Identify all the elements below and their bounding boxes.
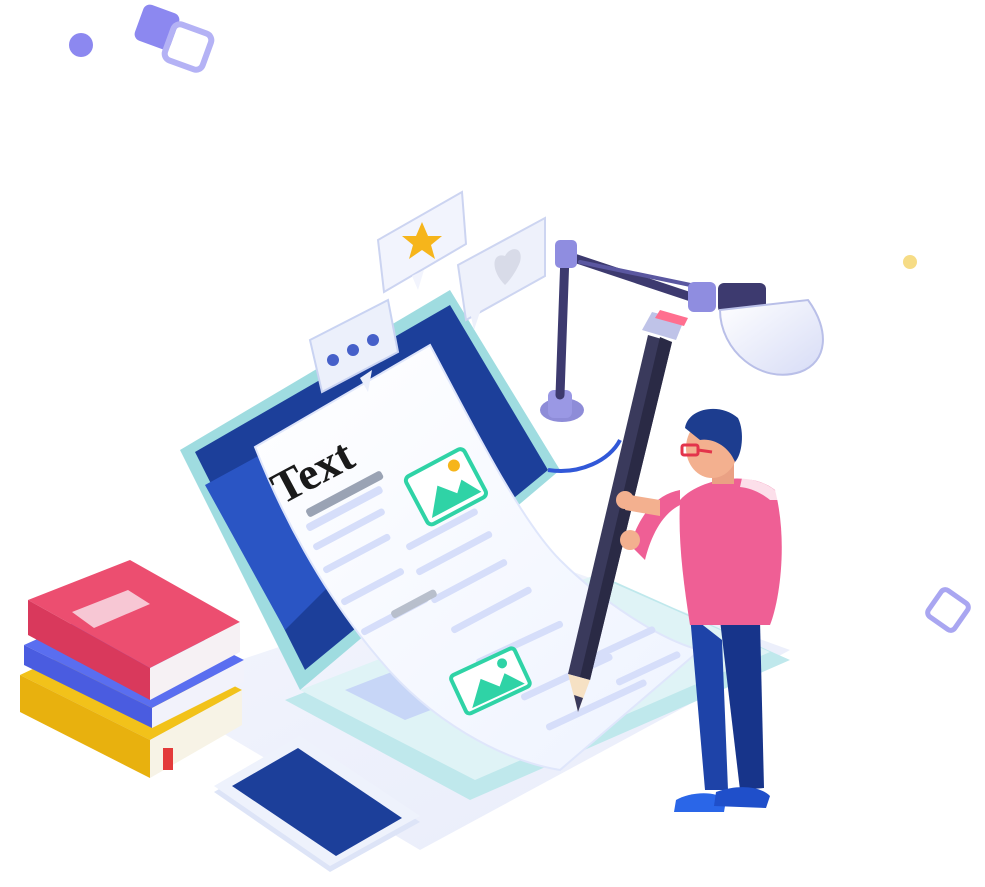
decor-sparkle bbox=[903, 255, 917, 269]
decor-dot bbox=[69, 33, 93, 57]
star-bubble bbox=[376, 190, 468, 294]
ellipsis-icon-dot bbox=[367, 334, 379, 346]
ellipsis-icon-dot bbox=[347, 344, 359, 356]
illustration-canvas: Text bbox=[20, 4, 971, 872]
ellipsis-icon-dot bbox=[327, 354, 339, 366]
desk-lamp bbox=[540, 240, 824, 473]
lamp-shade bbox=[718, 298, 824, 376]
document-editing-illustration: Text bbox=[0, 0, 985, 887]
heart-bubble bbox=[456, 216, 546, 330]
decor-square-outline bbox=[161, 21, 215, 73]
decor-square-outline-right bbox=[925, 587, 971, 633]
book-stack bbox=[20, 560, 244, 778]
